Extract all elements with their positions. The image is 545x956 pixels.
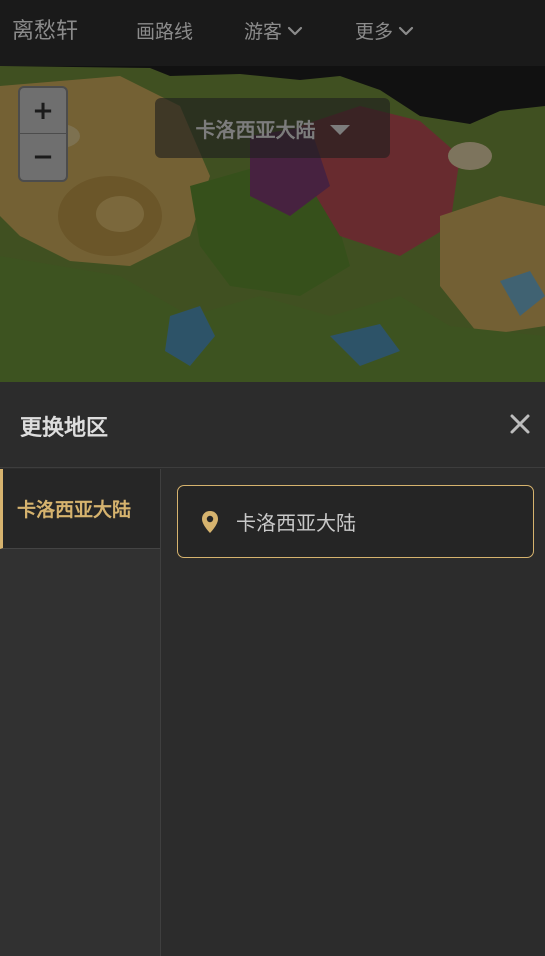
category-item-selected[interactable]: 卡洛西亚大陆 [0, 469, 160, 549]
region-option[interactable]: 卡洛西亚大陆 [177, 485, 534, 558]
nav-more-label: 更多 [355, 21, 394, 43]
region-selector-dropdown[interactable]: 卡洛西亚大陆 [155, 98, 390, 158]
chevron-down-icon [287, 26, 303, 35]
change-region-panel: 更换地区 卡洛西亚大陆 卡洛西亚大陆 [0, 382, 545, 956]
zoom-out-button[interactable]: − [20, 134, 66, 180]
top-nav-bar: 离愁轩 画路线 游客 更多 [0, 0, 545, 66]
chevron-down-icon [398, 26, 414, 35]
panel-title: 更换地区 [20, 416, 109, 441]
nav-guest-label: 游客 [244, 21, 283, 43]
zoom-control: + − [18, 86, 68, 182]
location-pin-icon [202, 510, 218, 533]
nav-more-menu[interactable]: 更多 [355, 17, 415, 44]
region-option-label: 卡洛西亚大陆 [236, 511, 356, 535]
caret-down-icon [329, 124, 350, 135]
panel-header: 更换地区 [0, 382, 545, 468]
current-region-label: 卡洛西亚大陆 [195, 117, 316, 142]
close-icon[interactable] [506, 410, 534, 438]
nav-draw-route-label: 画路线 [136, 21, 194, 43]
nav-guest-menu[interactable]: 游客 [244, 17, 304, 44]
nav-draw-route[interactable]: 画路线 [136, 17, 193, 44]
category-sidebar: 卡洛西亚大陆 [0, 469, 161, 956]
zoom-in-button[interactable]: + [20, 88, 66, 134]
brand-title[interactable]: 离愁轩 [12, 13, 78, 45]
region-list: 卡洛西亚大陆 [162, 469, 545, 956]
category-item-label: 卡洛西亚大陆 [17, 499, 132, 521]
